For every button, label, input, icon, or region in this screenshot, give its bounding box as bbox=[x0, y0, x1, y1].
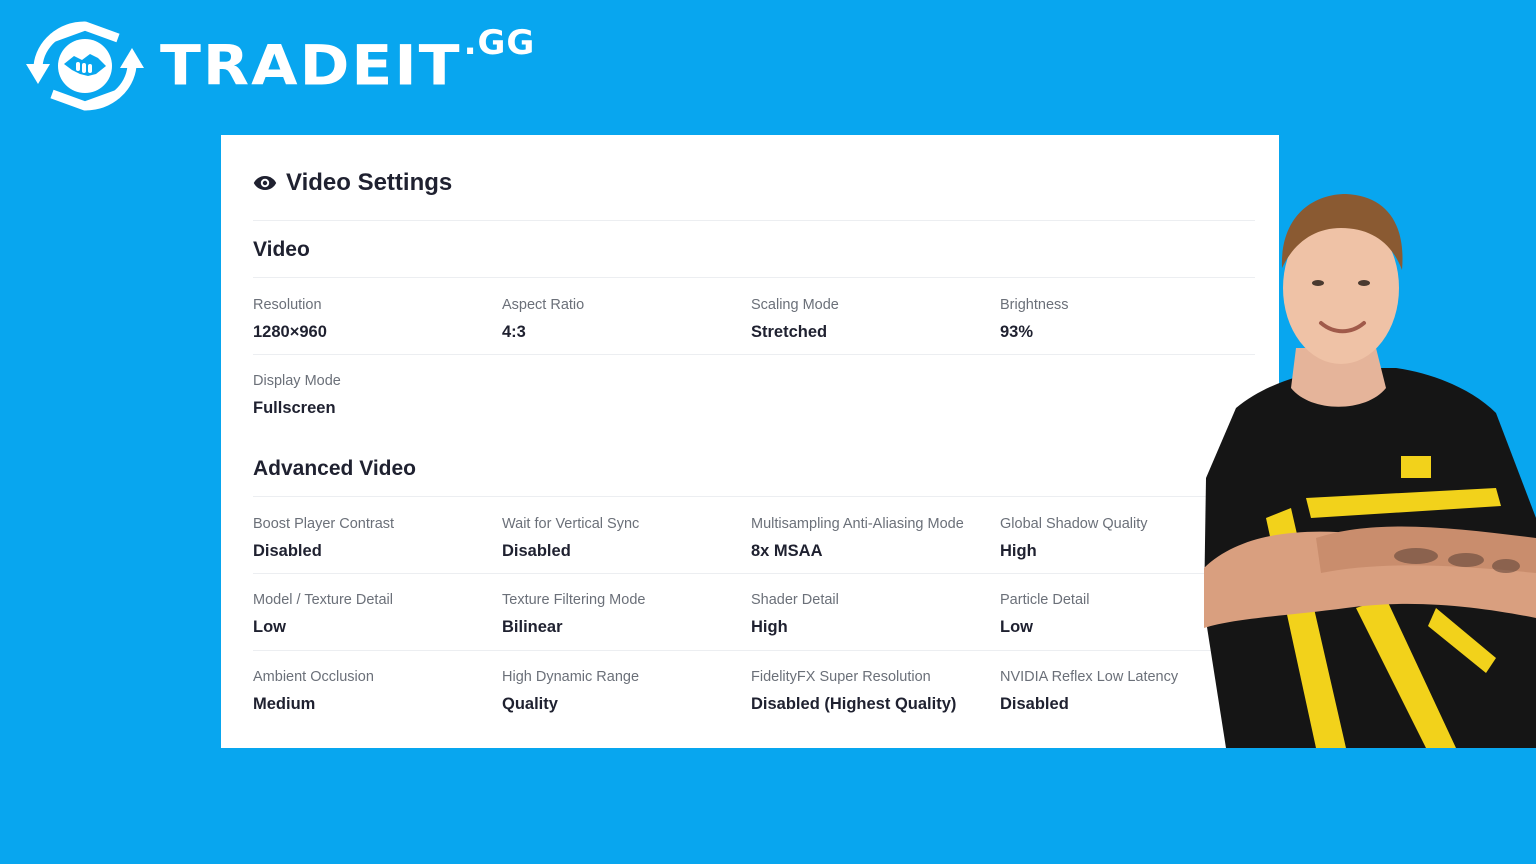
setting-label: Wait for Vertical Sync bbox=[502, 516, 640, 532]
divider bbox=[253, 277, 1255, 278]
divider bbox=[253, 650, 1255, 651]
player-photo bbox=[1204, 194, 1536, 748]
section-heading-video: Video bbox=[253, 238, 310, 261]
setting-label: Scaling Mode bbox=[751, 297, 839, 313]
setting-label: Multisampling Anti-Aliasing Mode bbox=[751, 516, 964, 532]
setting-label: Shader Detail bbox=[751, 592, 839, 608]
setting-boost-player-contrast: Boost Player Contrast Disabled bbox=[253, 516, 498, 561]
divider bbox=[253, 220, 1255, 221]
setting-value: Disabled bbox=[253, 542, 322, 560]
setting-label: Aspect Ratio bbox=[502, 297, 585, 313]
brand-wordmark: TRADEIT .GG bbox=[160, 26, 535, 99]
setting-label: Model / Texture Detail bbox=[253, 592, 393, 608]
setting-scaling-mode: Scaling Mode Stretched bbox=[751, 297, 996, 342]
brand-name: TRADEIT bbox=[160, 33, 462, 99]
setting-label: FidelityFX Super Resolution bbox=[751, 669, 931, 685]
brand-suffix: .GG bbox=[463, 23, 536, 63]
divider bbox=[253, 573, 1255, 574]
setting-msaa-mode: Multisampling Anti-Aliasing Mode 8x MSAA bbox=[751, 516, 996, 561]
setting-label: High Dynamic Range bbox=[502, 669, 640, 685]
setting-value: Disabled (Highest Quality) bbox=[751, 695, 957, 713]
setting-value: Quality bbox=[502, 695, 558, 713]
setting-texture-detail: Model / Texture Detail Low bbox=[253, 592, 498, 637]
setting-aspect-ratio: Aspect Ratio 4:3 bbox=[502, 297, 747, 342]
divider bbox=[253, 496, 1255, 497]
setting-value: Disabled bbox=[502, 542, 571, 560]
handshake-icon bbox=[26, 21, 144, 111]
page-title: Video Settings bbox=[286, 169, 453, 196]
setting-value: 1280×960 bbox=[253, 323, 327, 341]
setting-label: Texture Filtering Mode bbox=[502, 592, 646, 608]
setting-value: 4:3 bbox=[502, 323, 526, 341]
setting-value: Bilinear bbox=[502, 618, 563, 636]
eye-icon bbox=[253, 176, 277, 190]
setting-hdr: High Dynamic Range Quality bbox=[502, 669, 747, 714]
setting-resolution: Resolution 1280×960 bbox=[253, 297, 498, 342]
setting-label: Boost Player Contrast bbox=[253, 516, 395, 532]
setting-fsr: FidelityFX Super Resolution Disabled (Hi… bbox=[751, 669, 996, 714]
setting-label: Display Mode bbox=[253, 373, 341, 389]
setting-label: Resolution bbox=[253, 297, 322, 313]
setting-value: Medium bbox=[253, 695, 316, 713]
setting-value: Fullscreen bbox=[253, 399, 336, 417]
setting-display-mode: Display Mode Fullscreen bbox=[253, 373, 498, 418]
section-heading-advanced-video: Advanced Video bbox=[253, 457, 416, 480]
setting-label: Ambient Occlusion bbox=[253, 669, 374, 685]
card-title: Video Settings bbox=[253, 167, 452, 199]
setting-value: Stretched bbox=[751, 323, 828, 341]
setting-ambient-occlusion: Ambient Occlusion Medium bbox=[253, 669, 498, 714]
setting-value: Low bbox=[253, 618, 286, 636]
video-settings-card: Video Settings Video Resolution 1280×960… bbox=[221, 135, 1279, 748]
divider bbox=[253, 354, 1255, 355]
setting-value: High bbox=[751, 618, 788, 636]
brand-logo[interactable]: TRADEIT .GG bbox=[22, 18, 535, 114]
setting-vertical-sync: Wait for Vertical Sync Disabled bbox=[502, 516, 747, 561]
setting-texture-filtering: Texture Filtering Mode Bilinear bbox=[502, 592, 747, 637]
setting-value: 8x MSAA bbox=[751, 542, 823, 560]
setting-shader-detail: Shader Detail High bbox=[751, 592, 996, 637]
